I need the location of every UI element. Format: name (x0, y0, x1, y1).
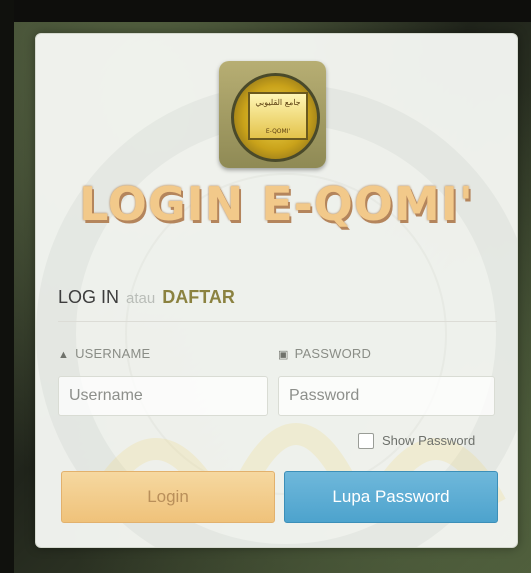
password-label-text: PASSWORD (294, 346, 372, 361)
password-input[interactable] (278, 376, 495, 416)
page-title: LOGIN E-QOMI' (79, 177, 474, 231)
password-label: ▣ PASSWORD (278, 346, 371, 361)
username-input[interactable] (58, 376, 268, 416)
logo-arabic-text: جامع القليوبي (255, 98, 301, 107)
show-password-checkbox[interactable] (358, 432, 374, 449)
register-link[interactable]: DAFTAR (162, 287, 235, 307)
show-password-label: Show Password (382, 433, 476, 449)
form-headline: LOG IN atau DAFTAR (58, 287, 235, 308)
window-frame-top (0, 0, 531, 22)
app-logo: جامع القليوبي E-QOMI' (219, 61, 326, 168)
lock-icon: ▣ (278, 349, 289, 361)
login-heading: LOG IN (58, 287, 120, 307)
headline-connector: atau (126, 290, 156, 307)
logo-plate: جامع القليوبي E-QOMI' (248, 92, 308, 140)
show-password-toggle[interactable]: Show Password (358, 432, 475, 450)
window-frame-left (0, 0, 14, 573)
login-card: جامع القليوبي E-QOMI' LOGIN E-QOMI' LOG … (35, 33, 518, 548)
user-icon: ▲ (58, 349, 70, 361)
headline-divider (58, 321, 497, 322)
logo-sub-text: E-QOMI' (265, 128, 291, 135)
login-button[interactable]: Login (61, 471, 275, 523)
username-label: ▲ USERNAME (58, 346, 150, 361)
username-label-text: USERNAME (75, 346, 151, 361)
forgot-password-button[interactable]: Lupa Password (284, 471, 498, 523)
logo-emblem: جامع القليوبي E-QOMI' (231, 73, 320, 162)
